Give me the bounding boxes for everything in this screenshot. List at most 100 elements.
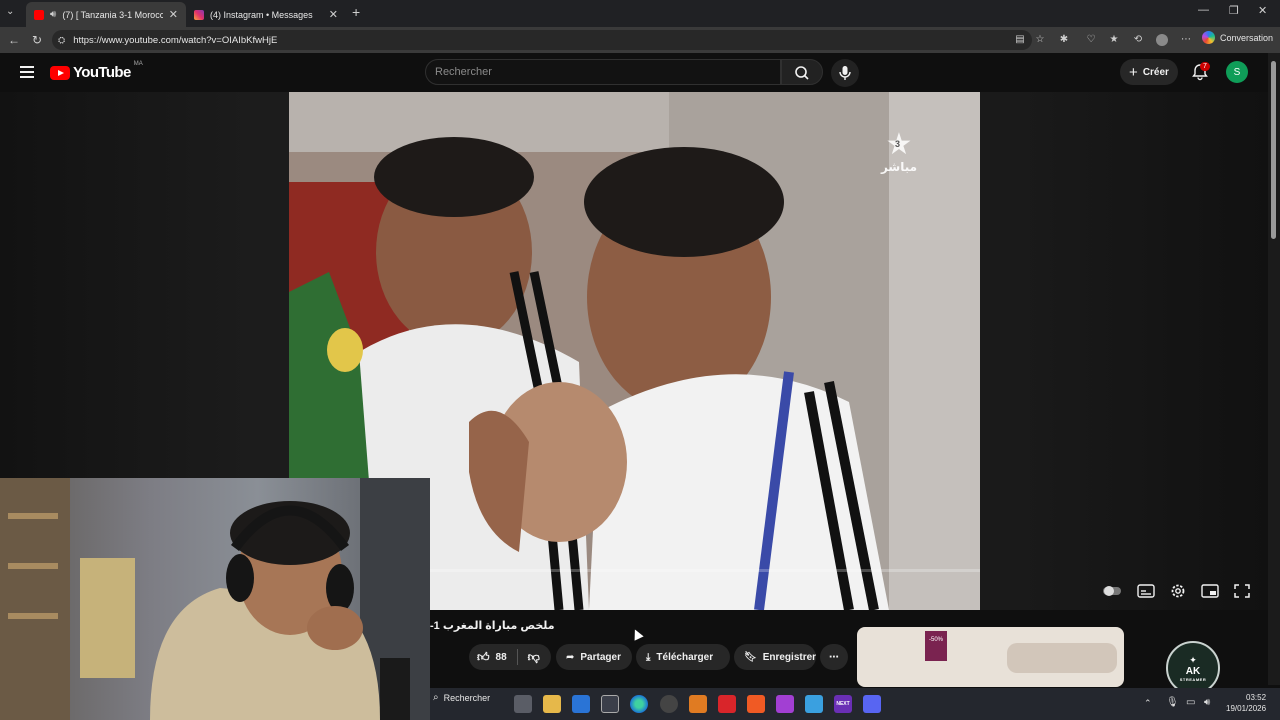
- app-window-icon[interactable]: [805, 695, 823, 713]
- microphone-tray-icon[interactable]: 🎙︎: [1166, 697, 1179, 708]
- url-text: https://www.youtube.com/watch?v=OIAIbKfw…: [73, 34, 278, 46]
- miniplayer-icon: [1201, 584, 1219, 598]
- search-button[interactable]: [781, 59, 823, 85]
- address-bar[interactable]: ⛭ https://www.youtube.com/watch?v=OIAIbK…: [52, 30, 1032, 50]
- microphone-icon: [839, 66, 851, 80]
- maximize-icon[interactable]: ❐: [1229, 4, 1239, 17]
- channel-watermark: ★ 3 مباشر: [875, 130, 923, 175]
- subtitles-icon: [1137, 584, 1155, 598]
- microsoft-store-icon[interactable]: [572, 695, 590, 713]
- site-info-icon[interactable]: ⛭: [58, 35, 65, 46]
- search-icon: ⌕: [433, 692, 439, 703]
- favorites-icon[interactable]: ★: [1108, 34, 1120, 46]
- account-avatar[interactable]: S: [1226, 61, 1248, 83]
- youtube-logo[interactable]: YouTube MA: [50, 61, 143, 81]
- history-icon[interactable]: ⟲: [1132, 34, 1144, 46]
- share-button[interactable]: ➦ Partager: [556, 644, 632, 670]
- taskbar-clock[interactable]: 03:52 19/01/2026: [1226, 692, 1266, 714]
- tab-instagram[interactable]: (4) Instagram • Messages ✕: [186, 2, 346, 27]
- app-orange-icon[interactable]: [689, 695, 707, 713]
- like-count[interactable]: 88: [496, 652, 507, 663]
- clock-date: 19/01/2026: [1226, 704, 1267, 713]
- clock-time: 03:52: [1246, 693, 1267, 702]
- search-input[interactable]: Rechercher: [425, 59, 781, 85]
- save-label: Enregistrer: [762, 651, 817, 663]
- taskbar-search[interactable]: ⌕ Rechercher: [433, 692, 490, 703]
- copilot-button[interactable]: Conversation: [1202, 31, 1273, 44]
- streamer-logo: ✦ AK STREAMER: [1166, 641, 1220, 695]
- share-icon: ➦: [566, 651, 575, 663]
- fullscreen-button[interactable]: [1232, 583, 1252, 599]
- minimize-icon[interactable]: —: [1198, 4, 1209, 16]
- browser-tab-strip: ⌄ 🔊︎ (7) [ Tanzania 3-1 Morocco Fu ✕ (4)…: [0, 0, 1280, 27]
- favorite-star-icon[interactable]: ☆: [1034, 34, 1046, 46]
- page-scrollbar[interactable]: [1268, 53, 1280, 685]
- file-explorer-icon[interactable]: [543, 695, 561, 713]
- brave-nightly-icon[interactable]: [776, 695, 794, 713]
- chrome-icon[interactable]: [660, 695, 678, 713]
- webcam-overlay: [0, 478, 430, 720]
- ad-banner[interactable]: -50%: [857, 627, 1124, 687]
- back-icon[interactable]: ←: [8, 33, 20, 47]
- autoplay-toggle[interactable]: [1102, 583, 1122, 599]
- wps-office-icon[interactable]: [718, 695, 736, 713]
- network-icon[interactable]: ▭: [1186, 697, 1195, 708]
- speaker-icon[interactable]: 🔊︎: [50, 9, 56, 20]
- plus-icon: +: [1129, 63, 1138, 81]
- browser-essentials-icon[interactable]: ♡: [1085, 34, 1097, 46]
- extensions-icon[interactable]: ✱: [1058, 34, 1070, 46]
- close-window-icon[interactable]: ✕: [1258, 4, 1267, 17]
- close-tab-icon[interactable]: ✕: [329, 8, 338, 21]
- copilot-icon: [1202, 31, 1215, 44]
- edge-browser-icon[interactable]: [630, 695, 648, 713]
- more-menu-icon[interactable]: ⋯: [1180, 34, 1192, 46]
- autoplay-toggle-icon: [1103, 586, 1121, 596]
- miniplayer-button[interactable]: [1200, 583, 1220, 599]
- scrollbar-thumb[interactable]: [1271, 61, 1276, 239]
- voice-search-button[interactable]: [831, 59, 859, 87]
- tray-chevron-icon[interactable]: ⌃: [1144, 698, 1152, 709]
- channel-bug-text: مباشر: [880, 160, 918, 174]
- copilot-label: Conversation: [1220, 32, 1274, 43]
- more-actions-button[interactable]: ⋯: [820, 644, 848, 670]
- next-app-icon[interactable]: NEXT: [834, 695, 852, 713]
- subtitles-button[interactable]: [1136, 583, 1156, 599]
- tab-list-chevron-icon[interactable]: ⌄: [6, 6, 14, 17]
- download-label: Télécharger: [656, 651, 714, 663]
- close-tab-icon[interactable]: ✕: [169, 8, 178, 21]
- tab-title: (4) Instagram • Messages: [210, 9, 313, 20]
- task-view-icon[interactable]: [514, 695, 532, 713]
- like-icon[interactable]: 👍︎: [477, 650, 490, 665]
- download-icon: ⤓: [646, 651, 651, 663]
- gear-icon: [1171, 584, 1185, 598]
- country-code: MA: [133, 61, 143, 67]
- reader-view-icon[interactable]: ▤: [1014, 34, 1026, 46]
- instagram-favicon-icon: [194, 9, 204, 20]
- streamer-logo-text: AK: [1185, 665, 1201, 677]
- eagle-icon: ✦: [1189, 654, 1197, 665]
- new-tab-button[interactable]: +: [352, 4, 360, 20]
- streamer-logo-subtext: STREAMER: [1179, 676, 1207, 682]
- youtube-play-icon: [50, 65, 70, 80]
- channel-number: 3: [895, 139, 901, 149]
- discord-icon[interactable]: [863, 695, 881, 713]
- download-button[interactable]: ⤓ Télécharger: [636, 644, 730, 670]
- create-button[interactable]: + Créer: [1120, 59, 1178, 85]
- like-dislike-group: 👍︎ 88 👎︎: [469, 644, 551, 670]
- volume-icon[interactable]: 🔊︎: [1204, 697, 1210, 708]
- snipping-tool-icon[interactable]: [601, 695, 619, 713]
- bookmark-icon: 🔖︎: [744, 651, 757, 663]
- more-icon: ⋯: [829, 651, 839, 663]
- notification-count-badge: 7: [1200, 62, 1210, 71]
- youtube-favicon-icon: [34, 9, 44, 20]
- settings-button[interactable]: [1168, 583, 1188, 599]
- brave-browser-icon[interactable]: [747, 695, 765, 713]
- save-button[interactable]: 🔖︎ Enregistrer: [734, 644, 816, 670]
- taskbar-search-label: Rechercher: [443, 692, 491, 703]
- menu-icon[interactable]: [20, 66, 34, 78]
- tab-youtube[interactable]: 🔊︎ (7) [ Tanzania 3-1 Morocco Fu ✕: [26, 2, 186, 27]
- dislike-icon[interactable]: 👎︎: [528, 650, 540, 665]
- profile-icon[interactable]: [1156, 34, 1168, 46]
- reload-icon[interactable]: ↻: [32, 33, 42, 47]
- share-label: Partager: [580, 651, 621, 663]
